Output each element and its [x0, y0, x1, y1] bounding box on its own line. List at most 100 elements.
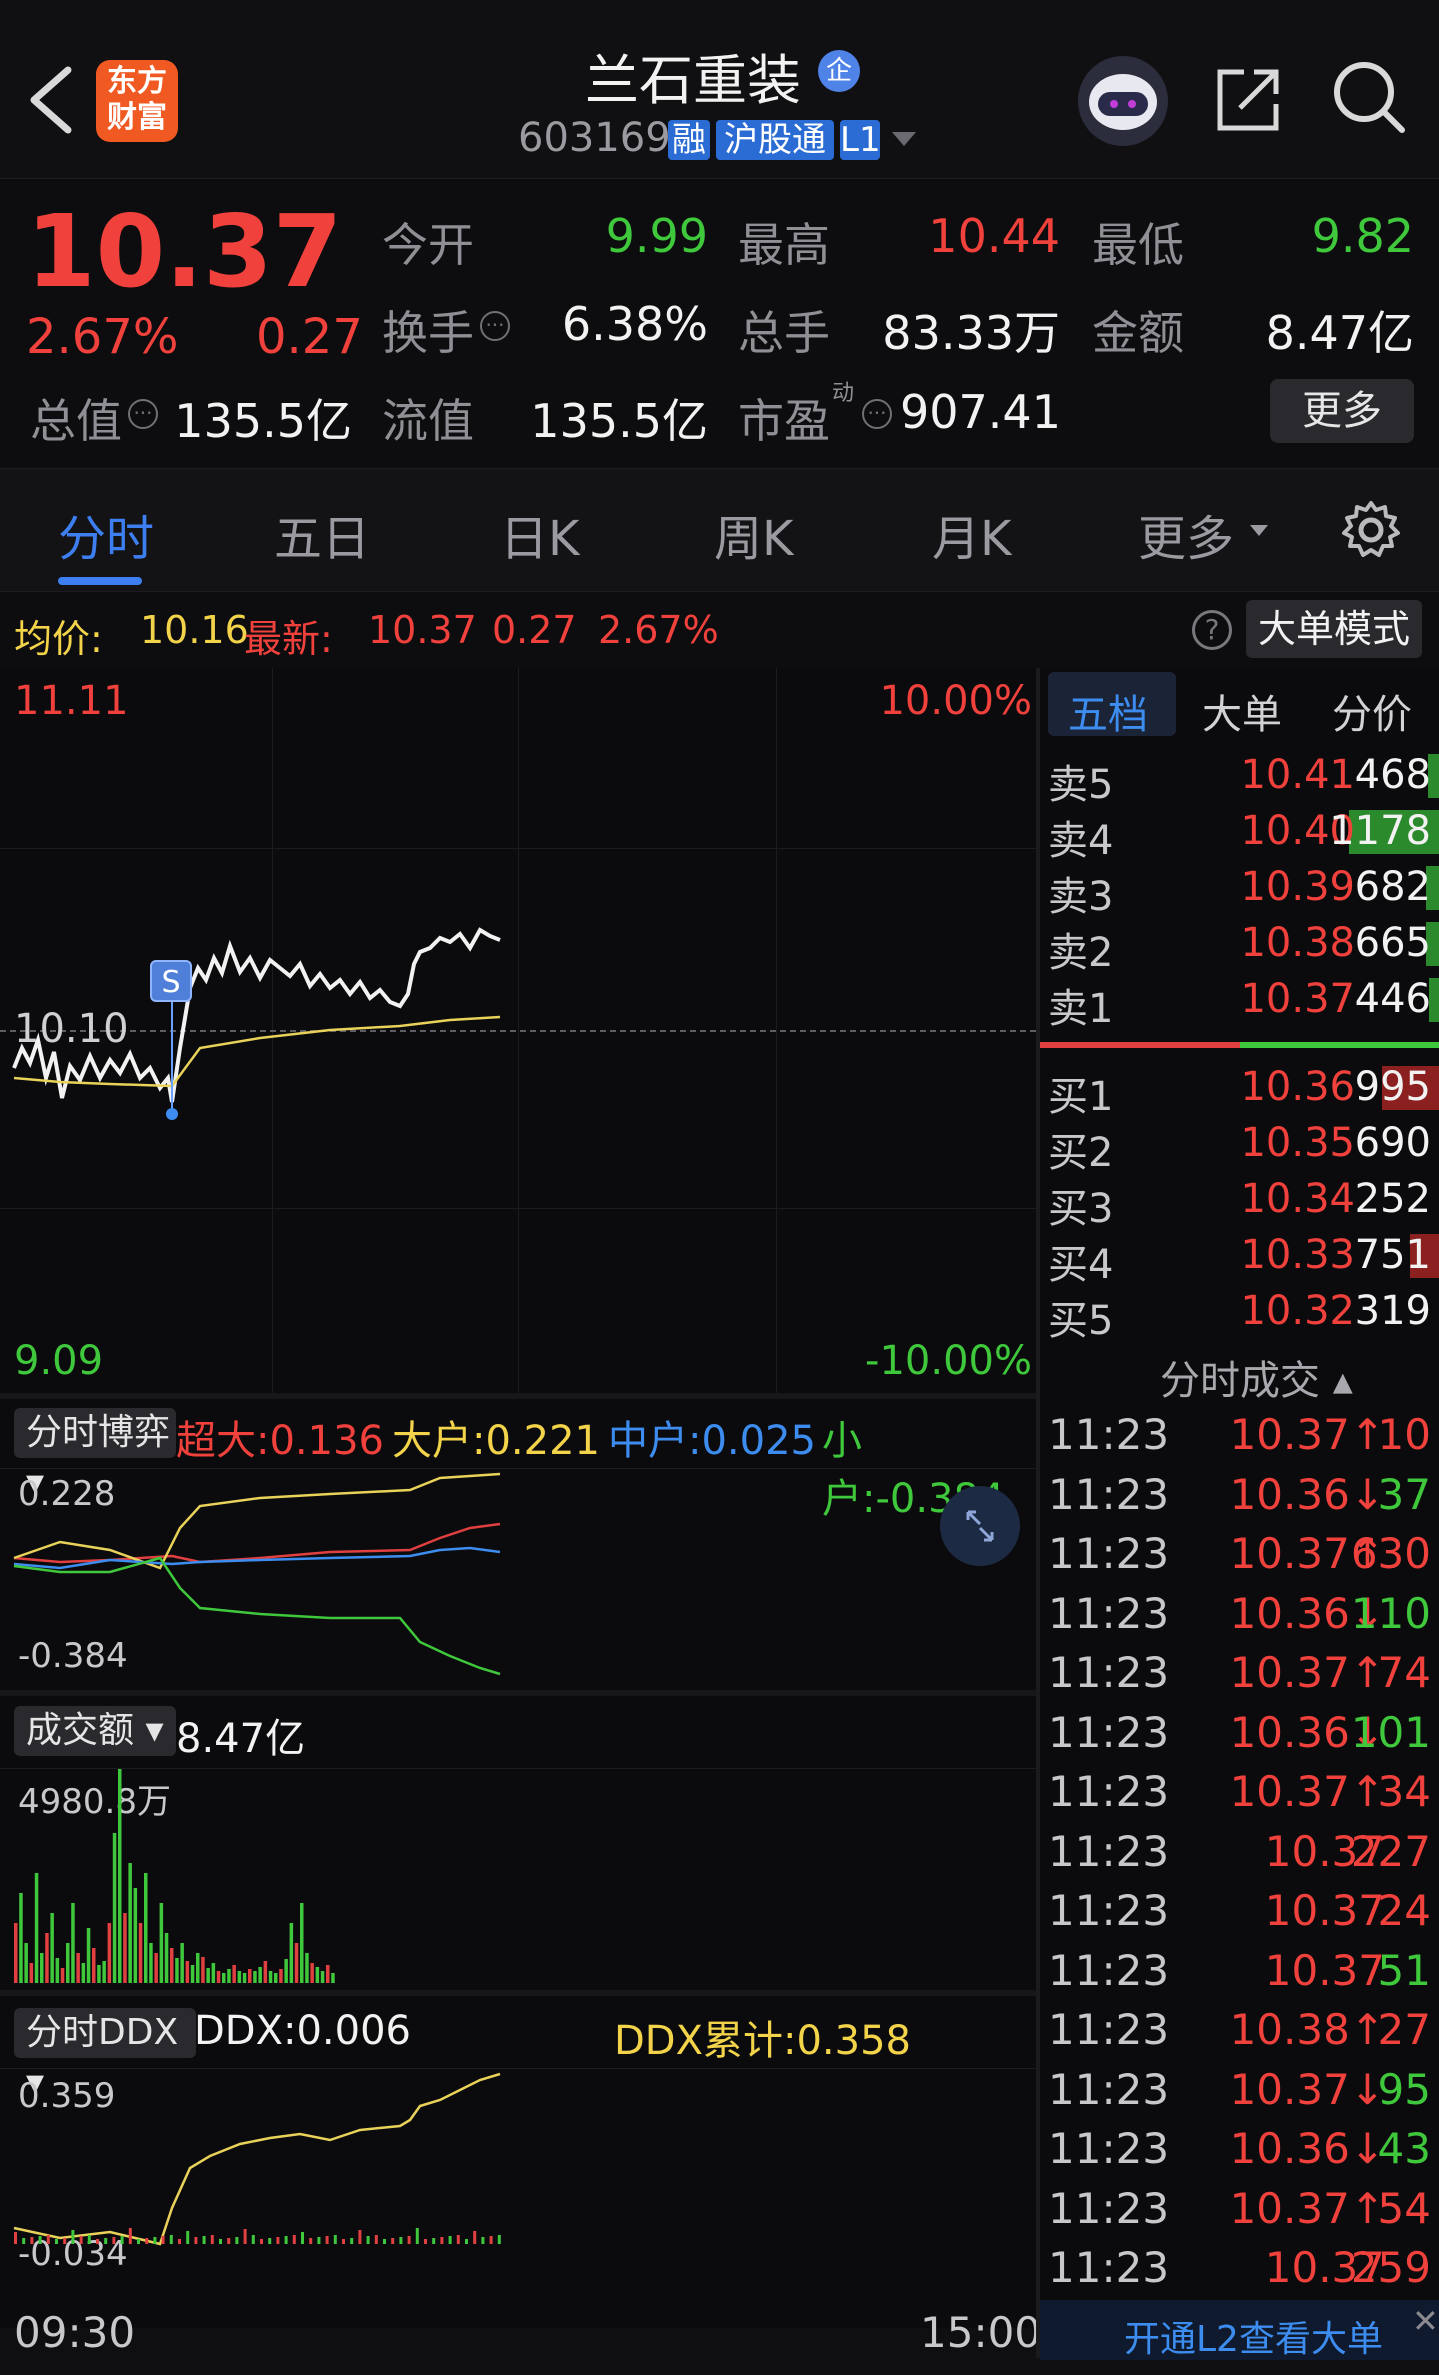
tab-monthly-k[interactable]: 月K — [932, 499, 1011, 569]
bid-row[interactable]: 买5 10.32 319 — [1040, 1284, 1439, 1344]
amount-bar — [86, 1928, 91, 1983]
amount-bar — [164, 1933, 169, 1983]
amount-dropdown-label: 成交额 — [26, 1710, 135, 1751]
level-volume: 252 — [1354, 1176, 1431, 1222]
trade-volume: 34 — [1377, 1767, 1431, 1816]
amount-bar — [237, 1971, 242, 1983]
trade-price: 10.37 — [1264, 1886, 1385, 1935]
amount-bar — [128, 1863, 132, 1983]
amount-bar — [190, 1965, 195, 1983]
tab-more[interactable]: 更多 — [1138, 499, 1234, 569]
ask-row[interactable]: 卖3 10.39 682 — [1040, 860, 1439, 920]
book-tab-five-level[interactable]: 五档 — [1048, 672, 1176, 738]
ddx-bar — [415, 2228, 419, 2244]
trade-time: 11:23 — [1048, 1886, 1170, 1935]
x-axis-end: 15:00 — [920, 2308, 1042, 2357]
ask-row[interactable]: 卖1 10.37 446 — [1040, 972, 1439, 1032]
ddx-bar — [186, 2231, 190, 2244]
game-dropdown-label: 分时博弈 — [26, 1412, 171, 1453]
trade-time: 11:23 — [1048, 1469, 1170, 1519]
tag-level: L1 — [840, 120, 881, 160]
amount-bar — [92, 1948, 96, 1983]
super-large-line — [13, 1522, 501, 1564]
market-cap-value: 135.5亿 — [174, 394, 352, 448]
help-icon[interactable]: ? — [1192, 610, 1232, 650]
book-tab-price[interactable]: 分价 — [1332, 682, 1412, 740]
volume-value: 83.33万 — [882, 306, 1060, 360]
share-button[interactable] — [1210, 62, 1286, 138]
tab-daily-k[interactable]: 日K — [500, 499, 579, 569]
bid-row[interactable]: 买3 10.34 252 — [1040, 1172, 1439, 1232]
book-tab-large[interactable]: 大单 — [1202, 682, 1282, 740]
game-dropdown[interactable]: 分时博弈 ▾ — [14, 1408, 176, 1503]
price-line — [12, 927, 501, 1103]
amount-bar — [76, 1953, 80, 1983]
trades-header[interactable]: 分时成交 ▴ — [1160, 1348, 1353, 1406]
amount-bar — [45, 1933, 49, 1983]
amount-bar — [180, 1943, 184, 1983]
amount-dropdown[interactable]: 成交额 ▾ — [14, 1706, 176, 1756]
ddx-bar — [104, 2238, 108, 2244]
search-button[interactable] — [1330, 58, 1410, 138]
ddx-bar — [210, 2235, 214, 2244]
sell-signal-marker[interactable]: S — [150, 960, 192, 1002]
ddx-total: DDX累计:0.358 — [614, 2018, 911, 2064]
market-cap-info-icon[interactable]: ··· — [128, 399, 158, 429]
trade-price: 10.36↓ — [1229, 1469, 1385, 1519]
tags-dropdown-icon[interactable] — [892, 132, 916, 146]
trade-price: 10.37↑ — [1229, 2183, 1385, 2233]
trade-time: 11:23 — [1048, 2064, 1170, 2114]
ddx-bar — [456, 2235, 460, 2244]
float-cap-label: 流值 — [382, 394, 474, 448]
chevron-left-icon — [30, 66, 72, 134]
trade-price: 10.37↑ — [1229, 1767, 1385, 1816]
tab-five-day[interactable]: 五日 — [274, 499, 370, 569]
back-button[interactable] — [22, 60, 82, 140]
level-price: 10.32 — [1240, 1288, 1355, 1334]
bid-row[interactable]: 买4 10.33 751 — [1040, 1228, 1439, 1288]
level-volume: 682 — [1354, 864, 1431, 910]
trade-row: 11:23 10.36↓ 101 — [1040, 1708, 1439, 1768]
close-icon[interactable]: ✕ — [1412, 2302, 1439, 2340]
expand-button[interactable] — [940, 1486, 1020, 1566]
ddx-bar — [71, 2230, 75, 2244]
robot-assistant-icon[interactable] — [1078, 56, 1168, 146]
settings-button[interactable] — [1340, 499, 1402, 561]
large-order-mode-button[interactable]: 大单模式 — [1246, 600, 1422, 658]
bid-row[interactable]: 买1 10.36 995 — [1040, 1060, 1439, 1120]
ask-row[interactable]: 卖5 10.41 468 — [1040, 748, 1439, 808]
panel-separator — [0, 1990, 1036, 1996]
tab-intraday[interactable]: 分时 — [58, 499, 154, 569]
large-line — [13, 1472, 501, 1570]
tab-weekly-k[interactable]: 周K — [714, 499, 793, 569]
ddx-bar — [112, 2237, 116, 2244]
ddx-bar — [325, 2236, 329, 2244]
ddx-dropdown[interactable]: 分时DDX ▾ — [14, 2008, 196, 2103]
ddx-bar — [276, 2237, 280, 2244]
amount-bar — [55, 1958, 60, 1983]
l2-banner[interactable]: 开通L2查看大单 ✕ — [1040, 2300, 1439, 2360]
intraday-price-chart — [12, 927, 501, 1120]
book-balance-bar — [1040, 1042, 1439, 1048]
pe-info-icon[interactable]: ··· — [862, 399, 892, 429]
amount-bar — [102, 1961, 106, 1983]
ask-row[interactable]: 卖2 10.38 665 — [1040, 916, 1439, 976]
bid-row[interactable]: 买2 10.35 690 — [1040, 1116, 1439, 1176]
trade-volume: 101 — [1350, 1707, 1431, 1757]
level-volume: 446 — [1354, 976, 1431, 1022]
amount-bar — [201, 1957, 205, 1983]
amount-bar — [227, 1969, 231, 1983]
ask-row[interactable]: 卖4 10.40 1178 — [1040, 804, 1439, 864]
ddx-bar — [87, 2235, 91, 2244]
trade-time: 11:23 — [1048, 2124, 1170, 2173]
turnover-info-icon[interactable]: ··· — [480, 311, 510, 341]
ddx-bar — [169, 2235, 173, 2244]
ddx-bar — [14, 2232, 17, 2244]
ddx-bar — [30, 2237, 34, 2244]
ddx-bar — [227, 2238, 231, 2244]
amount-value: 8.47亿 — [1265, 306, 1414, 360]
latest-change: 0.27 — [492, 608, 577, 652]
amount-bar — [331, 1973, 335, 1983]
market-cap-label: 总值 — [30, 394, 122, 448]
more-button[interactable]: 更多 — [1270, 379, 1414, 443]
